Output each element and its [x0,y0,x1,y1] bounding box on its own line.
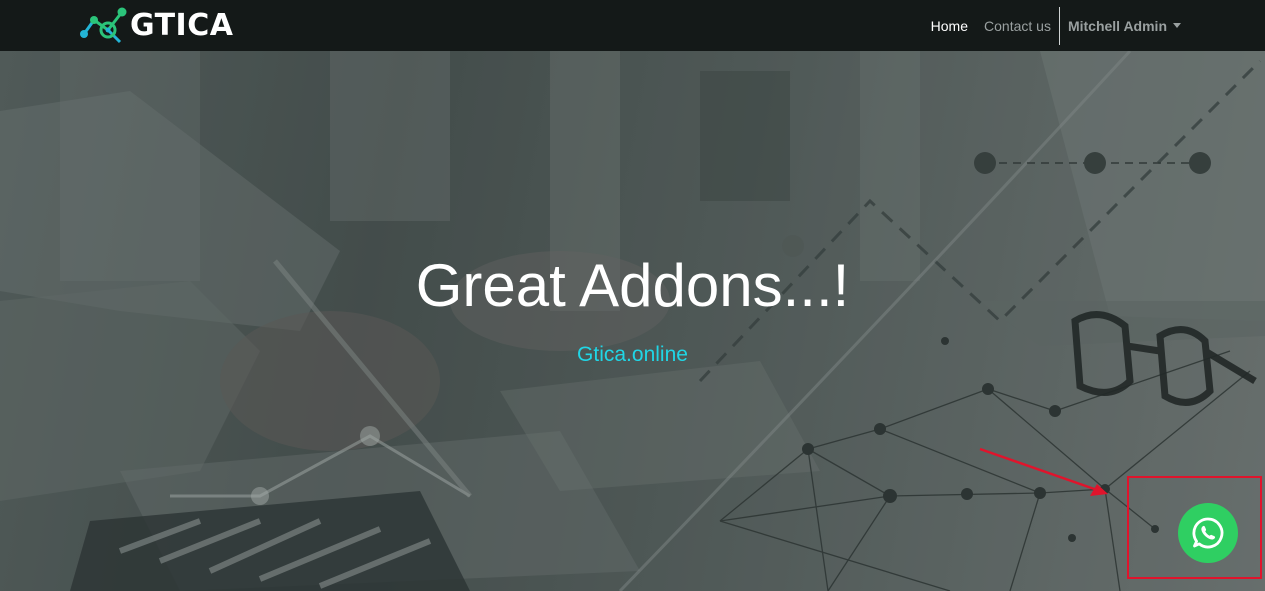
whatsapp-chat-button[interactable] [1178,503,1238,563]
brand-logo-link[interactable]: GTICA [78,4,233,46]
hero-background-image [0,51,1265,591]
network-chart-icon [80,7,127,44]
whatsapp-icon [1192,517,1224,549]
hero-subtitle[interactable]: Gtica.online [0,343,1265,367]
hero-banner: Great Addons...! Gtica.online [0,51,1265,591]
user-name: Mitchell Admin [1067,17,1167,34]
nav-link-contact[interactable]: Contact us [976,18,1059,34]
hero-title: Great Addons...! [415,252,850,319]
nav-link-home[interactable]: Home [923,18,976,34]
user-menu-dropdown[interactable]: Mitchell Admin [1060,18,1265,34]
caret-down-icon [1173,23,1181,28]
brand-name: GTICA [130,7,234,43]
top-navbar: GTICA Home Contact us Mitchell Admin [0,0,1265,51]
nav-menu: Home Contact us Mitchell Admin [923,0,1265,51]
